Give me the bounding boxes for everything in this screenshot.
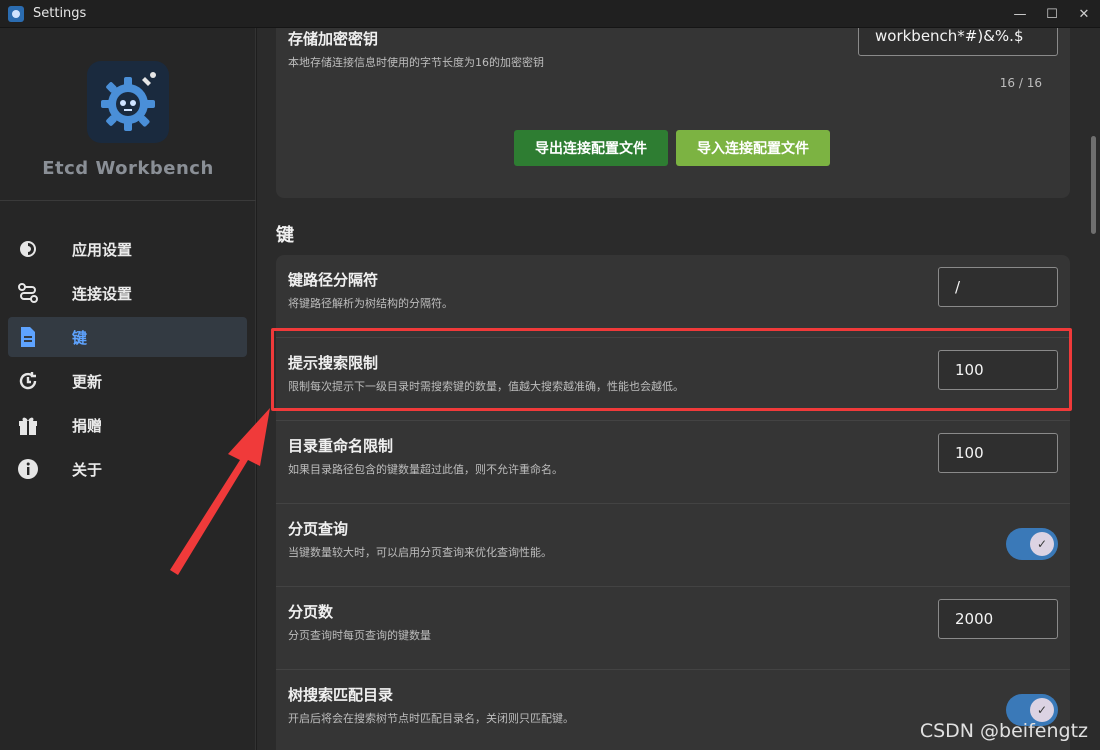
char-counter: 16 / 16 — [999, 76, 1042, 90]
nav-label: 连接设置 — [72, 284, 133, 303]
encryption-key-input[interactable]: workbench*#)&%.$ — [858, 28, 1058, 56]
key-separator-input[interactable]: / — [938, 267, 1058, 307]
setting-row-paged-query: 分页查询 当键数量较大时，可以启用分页查询来优化查询性能。 ✓ — [276, 504, 1070, 587]
check-icon: ✓ — [1030, 532, 1054, 556]
sidebar-divider — [0, 200, 256, 201]
setting-desc: 当键数量较大时，可以启用分页查询来优化查询性能。 — [288, 546, 552, 559]
gift-icon — [16, 413, 40, 437]
nav-item-keys[interactable]: 键 — [8, 317, 247, 357]
nav-item-about[interactable]: 关于 — [8, 449, 247, 489]
nav-item-connection-settings[interactable]: 连接设置 — [8, 273, 247, 313]
keys-settings-card: 键路径分隔符 将键路径解析为树结构的分隔符。 / 提示搜索限制 限制每次提示下一… — [276, 255, 1070, 750]
setting-title: 分页查询 — [288, 520, 349, 538]
nav-label: 应用设置 — [72, 240, 133, 259]
nav-item-app-settings[interactable]: 应用设置 — [8, 229, 247, 269]
import-config-button[interactable]: 导入连接配置文件 — [676, 130, 830, 166]
maximize-button[interactable]: ☐ — [1036, 0, 1068, 28]
rename-limit-input[interactable]: 100 — [938, 433, 1058, 473]
setting-row-search-limit: 提示搜索限制 限制每次提示下一级目录时需搜索键的数量，值越大搜索越准确，性能也会… — [276, 338, 1070, 421]
encryption-card: 存储加密密钥 本地存储连接信息时使用的字节长度为16的加密密钥 workbenc… — [276, 28, 1070, 198]
scroll-thumb[interactable] — [1091, 136, 1096, 234]
setting-desc: 分页查询时每页查询的键数量 — [288, 629, 431, 642]
app-icon — [8, 5, 24, 22]
setting-desc: 将键路径解析为树结构的分隔符。 — [288, 297, 453, 310]
setting-title: 目录重命名限制 — [288, 437, 394, 455]
search-limit-input[interactable]: 100 — [938, 350, 1058, 390]
setting-title: 树搜索匹配目录 — [288, 686, 394, 704]
nav-label: 键 — [72, 328, 88, 347]
nav-list: 应用设置 连接设置 键 更新 捐赠 关于 — [8, 229, 247, 493]
encryption-key-title: 存储加密密钥 — [288, 30, 379, 48]
window-title: Settings — [33, 6, 87, 21]
export-config-button[interactable]: 导出连接配置文件 — [514, 130, 668, 166]
minimize-button[interactable]: — — [1004, 0, 1036, 28]
title-bar: Settings — ☐ ✕ — [0, 0, 1100, 28]
sidebar: Etcd Workbench 应用设置 连接设置 键 更新 捐赠 关于 — [0, 28, 256, 750]
close-button[interactable]: ✕ — [1068, 0, 1100, 28]
gear-robot-icon — [101, 72, 156, 131]
nav-item-donate[interactable]: 捐赠 — [8, 405, 247, 445]
check-icon: ✓ — [1030, 698, 1054, 722]
window-controls: — ☐ ✕ — [1004, 0, 1100, 28]
setting-row-page-size: 分页数 分页查询时每页查询的键数量 2000 — [276, 587, 1070, 670]
update-icon — [16, 369, 40, 393]
brand-name: Etcd Workbench — [42, 158, 214, 179]
scrollbar[interactable] — [1086, 28, 1100, 750]
nav-label: 更新 — [72, 372, 103, 391]
encryption-key-desc: 本地存储连接信息时使用的字节长度为16的加密密钥 — [288, 56, 544, 69]
setting-row-key-separator: 键路径分隔符 将键路径解析为树结构的分隔符。 / — [276, 255, 1070, 338]
section-title-keys: 键 — [276, 225, 294, 246]
page-size-input[interactable]: 2000 — [938, 599, 1058, 639]
settings-icon — [16, 237, 40, 261]
setting-title: 提示搜索限制 — [288, 354, 379, 372]
setting-title: 分页数 — [288, 603, 334, 621]
setting-desc: 如果目录路径包含的键数量超过此值，则不允许重命名。 — [288, 463, 563, 476]
setting-desc: 限制每次提示下一级目录时需搜索键的数量，值越大搜索越准确，性能也会越低。 — [288, 380, 684, 393]
info-icon — [16, 457, 40, 481]
setting-title: 键路径分隔符 — [288, 271, 379, 289]
setting-desc: 开启后将会在搜索树节点时匹配目录名，关闭则只匹配键。 — [288, 712, 574, 725]
app-logo — [87, 61, 169, 143]
watermark: CSDN @beifengtz — [919, 720, 1088, 742]
nav-item-update[interactable]: 更新 — [8, 361, 247, 401]
paged-query-toggle[interactable]: ✓ — [1006, 528, 1058, 560]
connection-icon — [16, 281, 40, 305]
settings-content: 存储加密密钥 本地存储连接信息时使用的字节长度为16的加密密钥 workbenc… — [257, 28, 1100, 750]
document-icon — [16, 325, 40, 349]
setting-row-rename-limit: 目录重命名限制 如果目录路径包含的键数量超过此值，则不允许重命名。 100 — [276, 421, 1070, 504]
nav-label: 关于 — [72, 460, 103, 479]
nav-label: 捐赠 — [72, 416, 103, 435]
